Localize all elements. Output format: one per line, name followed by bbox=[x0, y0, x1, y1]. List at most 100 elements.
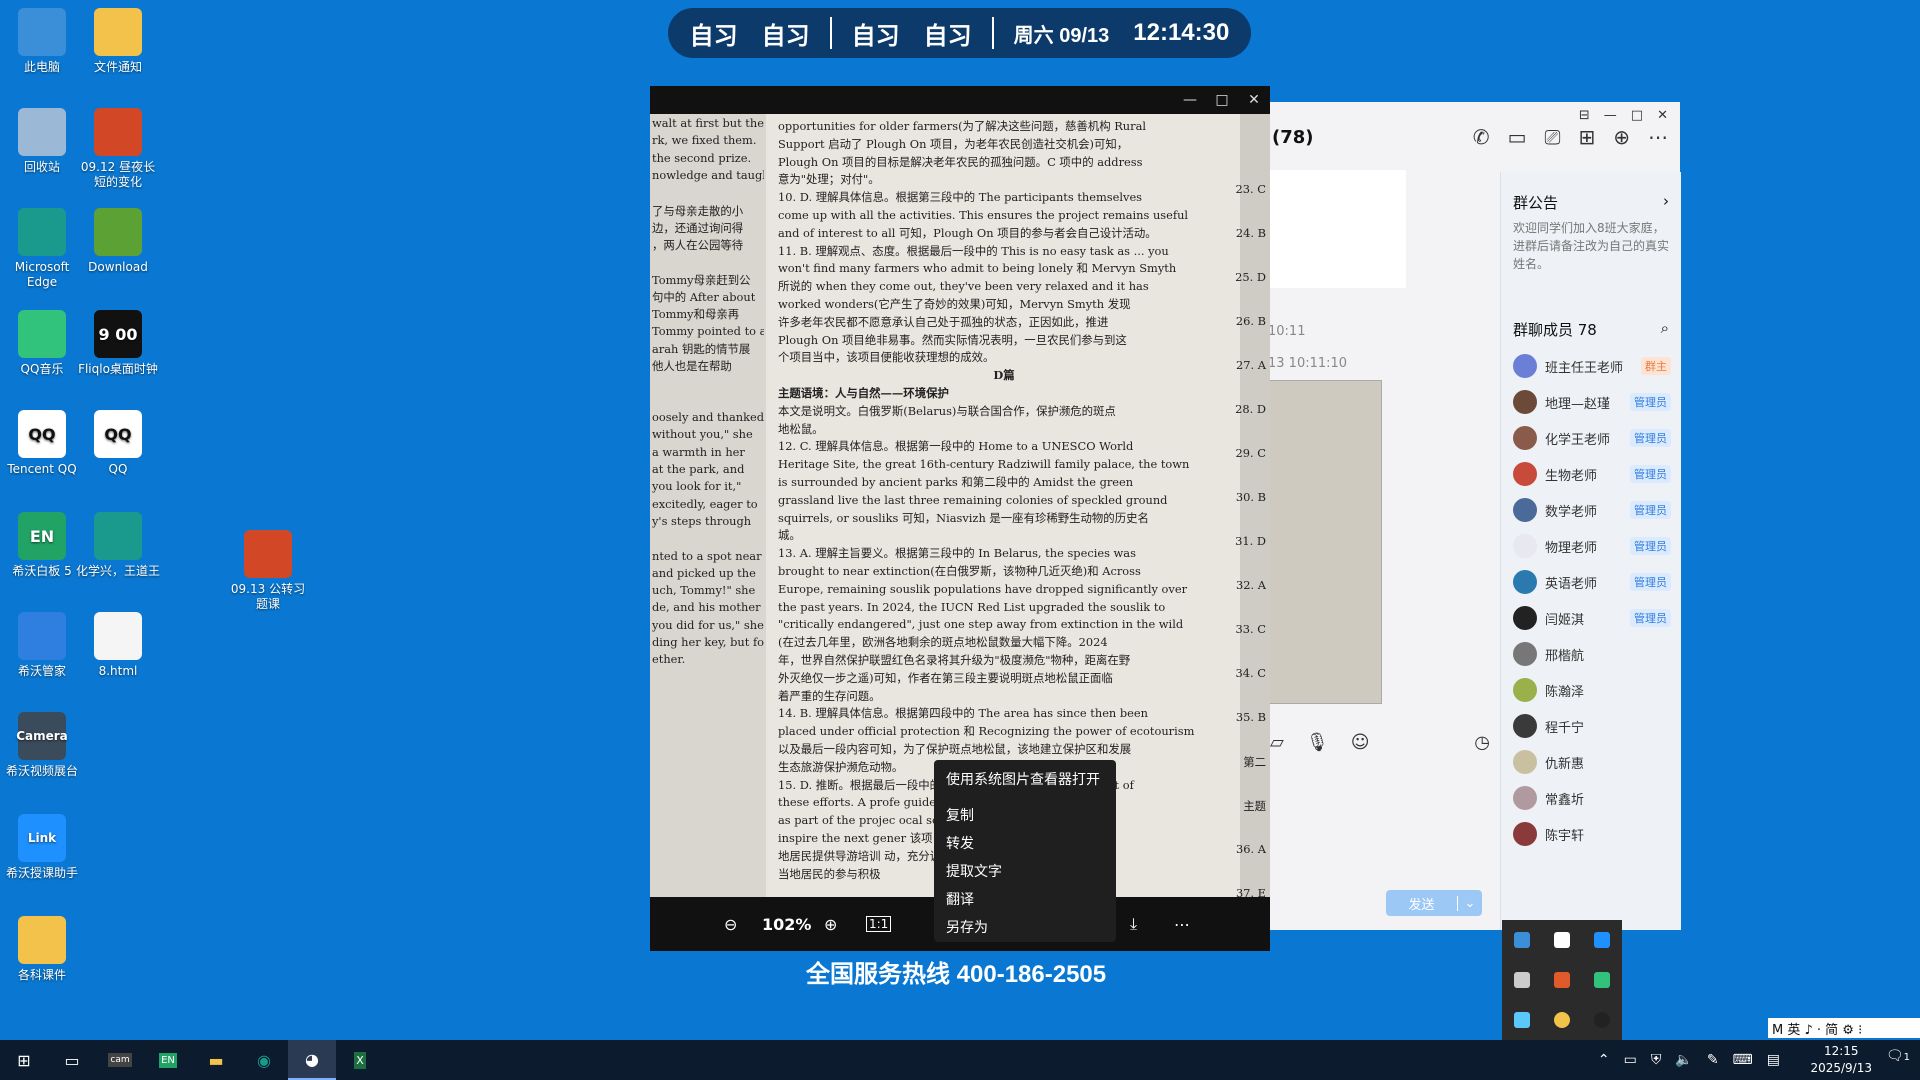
apps-icon[interactable]: ⊞ bbox=[1578, 125, 1595, 149]
image-message-thumbnail[interactable] bbox=[1268, 380, 1382, 704]
desktop-icon[interactable]: 回收站 bbox=[0, 108, 84, 175]
tray-qq-icon[interactable] bbox=[1582, 1000, 1622, 1040]
desktop-icon[interactable]: 希沃管家 bbox=[0, 612, 84, 679]
member-row[interactable]: 英语老师 管理员 bbox=[1501, 564, 1681, 600]
keyboard-icon[interactable]: ⌨ bbox=[1733, 1052, 1753, 1068]
menu-item-save-as[interactable]: 另存为 bbox=[934, 914, 1116, 942]
member-name: 化学王老师 bbox=[1545, 432, 1611, 448]
tray-qqmusic-icon[interactable] bbox=[1542, 1000, 1582, 1040]
member-row[interactable]: 程千宁 bbox=[1501, 708, 1681, 744]
send-button[interactable]: 发送 ⌄ bbox=[1386, 890, 1482, 916]
pin-icon[interactable]: ⊟ bbox=[1579, 108, 1590, 123]
menu-item-extract-text[interactable]: 提取文字 bbox=[934, 858, 1116, 886]
maximize-button[interactable]: □ bbox=[1631, 108, 1643, 123]
easinote-icon[interactable]: EN bbox=[144, 1040, 192, 1080]
search-icon[interactable]: ⌕ bbox=[1661, 319, 1669, 340]
member-row[interactable]: 班主任王老师 群主 bbox=[1501, 348, 1681, 384]
phone-icon[interactable]: ✆ bbox=[1473, 125, 1490, 149]
screen-share-icon[interactable]: ⎚ bbox=[1544, 125, 1560, 149]
desktop-icon-label: 09.12 昼夜长短的变化 bbox=[80, 160, 156, 189]
camera-app-icon[interactable]: cam bbox=[96, 1040, 144, 1080]
tray-shield-icon[interactable] bbox=[1582, 960, 1622, 1000]
edge-icon[interactable]: ◉ bbox=[240, 1040, 288, 1080]
tray-app-icon[interactable] bbox=[1542, 920, 1582, 960]
chevron-up-icon[interactable]: ⌃ bbox=[1598, 1052, 1610, 1068]
clock[interactable]: 12:15 2025/9/13 bbox=[1810, 1043, 1872, 1077]
folder-icon[interactable]: ▱ bbox=[1270, 732, 1284, 753]
menu-item-translate[interactable]: 翻译 bbox=[934, 886, 1116, 914]
desktop-icon[interactable]: 09.12 昼夜长短的变化 bbox=[76, 108, 160, 190]
robot-icon[interactable]: ☺ bbox=[1351, 732, 1370, 753]
close-button[interactable]: ✕ bbox=[1238, 92, 1270, 108]
answer-number: 31. D bbox=[1235, 534, 1266, 548]
display-icon[interactable]: ▤ bbox=[1767, 1052, 1780, 1068]
desktop-icon[interactable]: 文件通知 bbox=[76, 8, 160, 75]
member-row[interactable]: 闫姬淇 管理员 bbox=[1501, 600, 1681, 636]
close-button[interactable]: ✕ bbox=[1657, 108, 1668, 123]
zoom-out-icon[interactable]: ⊖ bbox=[724, 915, 737, 934]
start-icon[interactable]: ⊞ bbox=[0, 1040, 48, 1080]
member-row[interactable]: 常鑫圻 bbox=[1501, 780, 1681, 816]
message-timestamp: 10:11 bbox=[1268, 324, 1306, 339]
task-view-icon[interactable]: ▭ bbox=[48, 1040, 96, 1080]
desktop-icon[interactable]: EN 希沃白板 5 bbox=[0, 512, 84, 579]
desktop-icon[interactable]: 此电脑 bbox=[0, 8, 84, 75]
maximize-button[interactable]: □ bbox=[1206, 92, 1238, 108]
desktop-icon[interactable]: 8.html bbox=[76, 612, 160, 679]
menu-item-forward[interactable]: 转发 bbox=[934, 830, 1116, 858]
minimize-button[interactable]: — bbox=[1174, 92, 1206, 108]
ime-toolbar[interactable]: M 英 ♪ · 简 ⚙ ⁝ bbox=[1768, 1018, 1920, 1038]
volume-icon[interactable]: 🔈 bbox=[1675, 1052, 1692, 1068]
desktop-icon[interactable]: Link 希沃授课助手 bbox=[0, 814, 84, 881]
more-icon[interactable]: ⋯ bbox=[1648, 125, 1668, 149]
left-column-text: excitedly, eager to bbox=[652, 496, 758, 511]
tray-app-icon[interactable] bbox=[1502, 960, 1542, 1000]
member-row[interactable]: 生物老师 管理员 bbox=[1501, 456, 1681, 492]
zoom-in-icon[interactable]: ⊕ bbox=[824, 915, 837, 934]
shield-icon[interactable]: ⛨ bbox=[1651, 1052, 1662, 1068]
document-text-line: the past years. In 2024, the IUCN Red Li… bbox=[778, 599, 1166, 614]
chevron-right-icon[interactable]: › bbox=[1663, 192, 1669, 213]
desktop-icon[interactable]: Download bbox=[76, 208, 160, 275]
actual-size-icon[interactable]: 1:1 bbox=[866, 916, 892, 932]
add-icon[interactable]: ⊕ bbox=[1613, 125, 1630, 149]
desktop-icon[interactable]: QQ Tencent QQ bbox=[0, 410, 84, 477]
menu-item-copy[interactable]: 复制 bbox=[934, 802, 1116, 830]
notification-icon[interactable]: 🗨1 bbox=[1886, 1048, 1910, 1064]
minimize-button[interactable]: — bbox=[1604, 108, 1617, 123]
announcement-header[interactable]: 群公告 › bbox=[1501, 172, 1681, 219]
desktop-icon[interactable]: 9 00 Fliqlo桌面时钟 bbox=[76, 310, 160, 377]
download-icon[interactable]: ⤓ bbox=[1130, 914, 1137, 934]
desktop-icon[interactable]: 各科课件 bbox=[0, 916, 84, 983]
excel-icon[interactable]: X bbox=[336, 1040, 384, 1080]
chevron-down-icon[interactable]: ⌄ bbox=[1457, 895, 1482, 911]
tray-app-icon[interactable] bbox=[1502, 920, 1542, 960]
desktop-icon[interactable]: 化学兴，王道王 bbox=[76, 512, 160, 579]
video-call-icon[interactable]: ▭ bbox=[1508, 125, 1527, 149]
menu-item-open-system-viewer[interactable]: 使用系统图片查看器打开 bbox=[934, 766, 1116, 794]
network-icon[interactable]: ▭ bbox=[1624, 1052, 1637, 1068]
desktop-icon[interactable]: Microsoft Edge bbox=[0, 208, 84, 290]
desktop-icon[interactable]: QQ音乐 bbox=[0, 310, 84, 377]
left-column-text: ether. bbox=[652, 652, 686, 667]
tray-app-icon[interactable] bbox=[1502, 1000, 1542, 1040]
file-explorer-icon[interactable]: ▬ bbox=[192, 1040, 240, 1080]
member-row[interactable]: 邢楷航 bbox=[1501, 636, 1681, 672]
tray-speaker-icon[interactable] bbox=[1542, 960, 1582, 1000]
more-icon[interactable]: ⋯ bbox=[1174, 915, 1190, 934]
desktop-icon[interactable]: QQ QQ bbox=[76, 410, 160, 477]
member-row[interactable]: 地理—赵瑾 管理员 bbox=[1501, 384, 1681, 420]
pen-icon[interactable]: ✎ bbox=[1707, 1052, 1719, 1068]
microphone-icon[interactable]: 🎙 bbox=[1306, 732, 1329, 753]
history-icon[interactable]: ◷ bbox=[1474, 732, 1490, 753]
desktop-icon[interactable]: 09.13 公转习题课 bbox=[226, 530, 310, 612]
member-row[interactable]: 数学老师 管理员 bbox=[1501, 492, 1681, 528]
member-row[interactable]: 陈宇轩 bbox=[1501, 816, 1681, 852]
tray-app-icon[interactable] bbox=[1582, 920, 1622, 960]
member-row[interactable]: 化学王老师 管理员 bbox=[1501, 420, 1681, 456]
member-row[interactable]: 仇新惠 bbox=[1501, 744, 1681, 780]
member-row[interactable]: 陈瀚泽 bbox=[1501, 672, 1681, 708]
member-row[interactable]: 物理老师 管理员 bbox=[1501, 528, 1681, 564]
desktop-icon[interactable]: Camera 希沃视频展台 bbox=[0, 712, 84, 779]
qq-taskbar-icon[interactable]: ◕ bbox=[288, 1040, 336, 1080]
